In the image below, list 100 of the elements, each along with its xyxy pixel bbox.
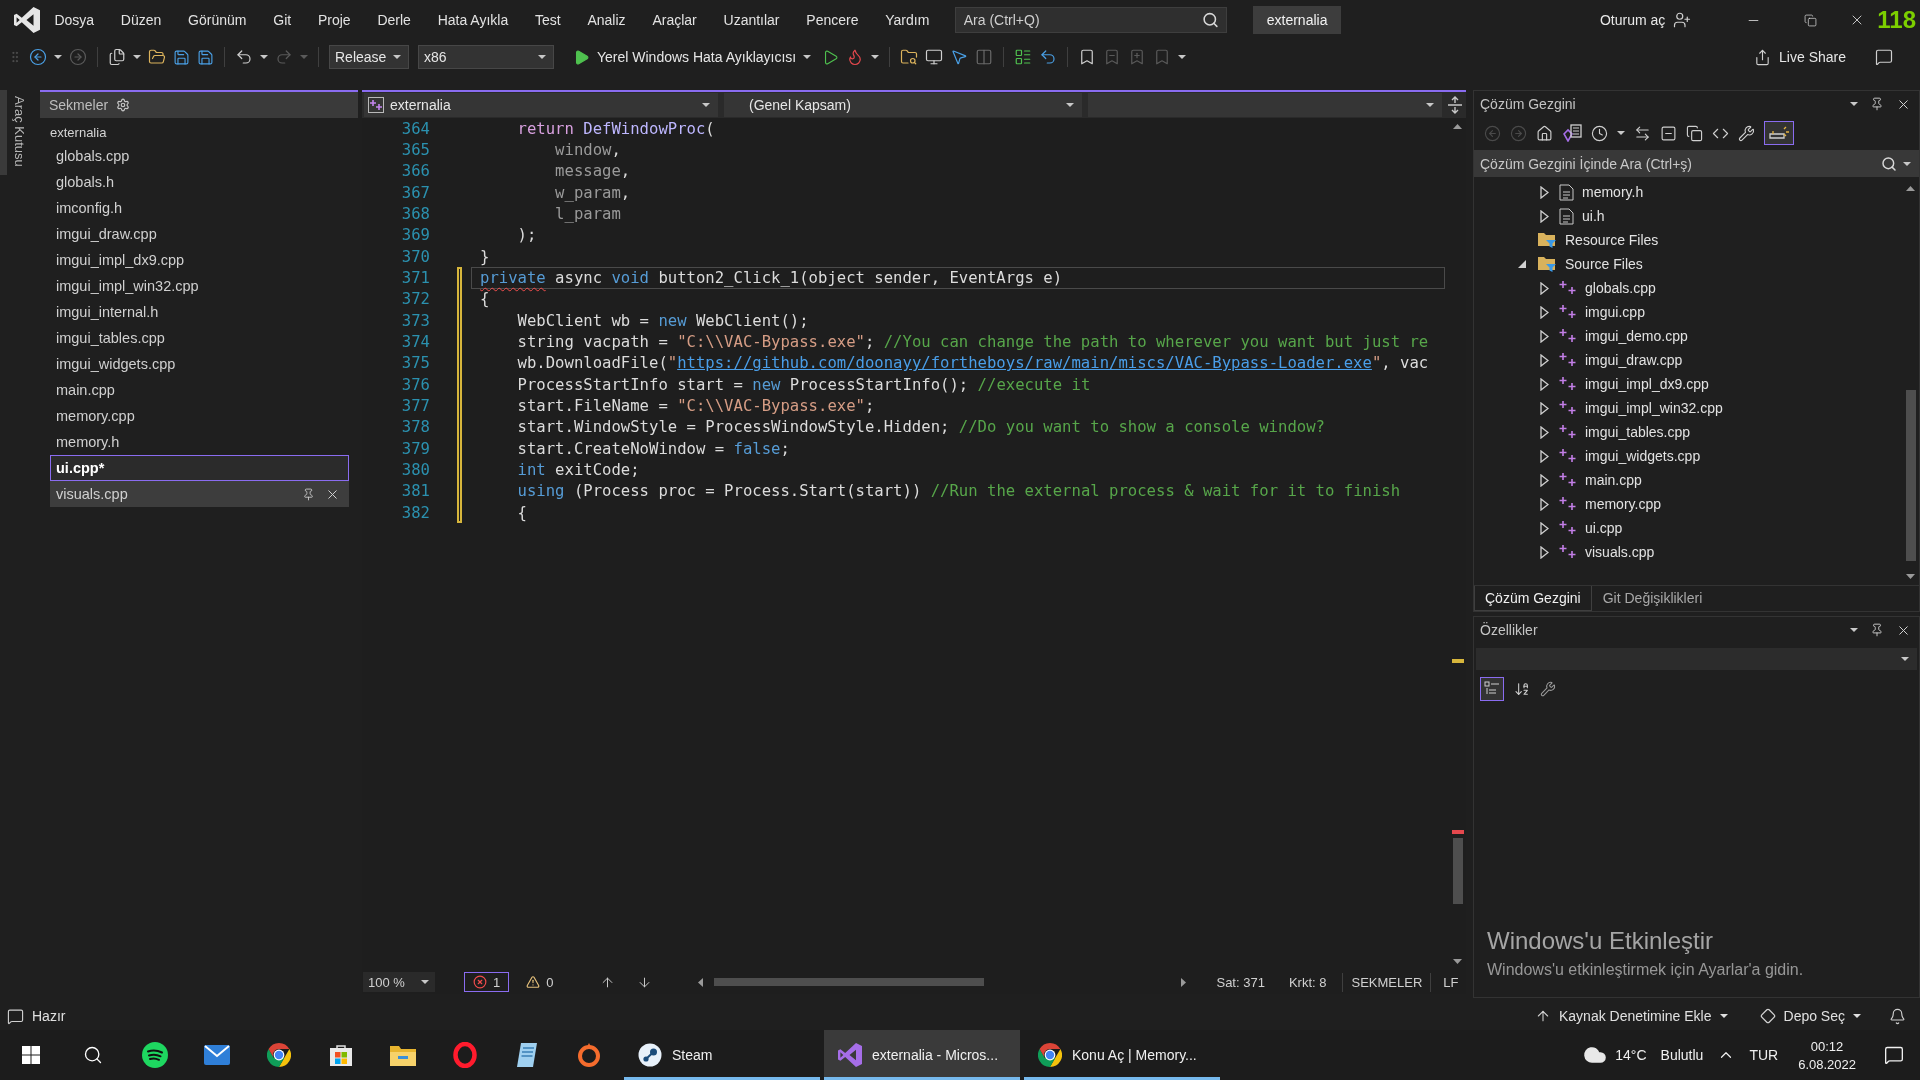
menu-item[interactable]: Pencere [792, 12, 872, 28]
caret-icon[interactable] [1853, 1014, 1861, 1018]
line-ending[interactable]: LF [1443, 974, 1459, 990]
pin-icon[interactable] [302, 487, 315, 501]
panel-tab[interactable]: Çözüm Gezgini [1474, 586, 1592, 611]
tree-item[interactable]: Resource Files [1537, 231, 1659, 249]
collapsed-arrow-icon[interactable] [1539, 185, 1549, 199]
panel-tab[interactable]: Git Değişiklikleri [1591, 586, 1714, 611]
collapsed-arrow-icon[interactable] [1539, 473, 1549, 487]
save-icon[interactable] [173, 48, 190, 66]
scroll-left-icon[interactable] [698, 977, 704, 987]
collapse-icon[interactable] [1660, 124, 1677, 142]
tree-item[interactable]: memory.cpp [1559, 496, 1661, 512]
collapsed-arrow-icon[interactable] [1539, 401, 1549, 415]
platform-dropdown[interactable]: x86 [418, 45, 554, 69]
caret-icon[interactable] [1850, 102, 1858, 106]
tree-item[interactable]: main.cpp [1559, 472, 1642, 488]
weather-condition[interactable]: Bulutlu [1660, 1047, 1704, 1063]
project-dropdown[interactable]: externalia [364, 93, 718, 117]
collapsed-arrow-icon[interactable] [1539, 521, 1549, 535]
tree-item[interactable]: imgui_demo.cpp [1559, 328, 1688, 344]
clock-date[interactable]: 6.08.2022 [1798, 1056, 1856, 1072]
configuration-dropdown[interactable]: Release [329, 45, 409, 69]
code-link[interactable]: https://github.com/doonayy/fortheboys/raw/main/miscs/VAC-Bypass-Loader.exe [677, 354, 1372, 373]
browser-icon[interactable] [1038, 1043, 1062, 1067]
pin-icon[interactable] [1870, 623, 1884, 637]
bell-icon[interactable] [1889, 1007, 1906, 1025]
caret-icon[interactable] [702, 103, 710, 107]
add-user-icon[interactable] [1673, 11, 1692, 29]
caret-icon[interactable] [871, 55, 880, 59]
files-icon[interactable] [108, 48, 126, 66]
feedback-icon[interactable] [1875, 48, 1893, 66]
list-icon[interactable] [1014, 48, 1033, 66]
scroll-down-icon[interactable] [1906, 574, 1915, 579]
menu-item[interactable]: Test [521, 12, 575, 28]
tree-item[interactable]: imgui_widgets.cpp [1559, 448, 1701, 464]
caret-icon[interactable] [1617, 131, 1625, 135]
search-icon[interactable] [1881, 155, 1897, 172]
tree-item[interactable]: imgui_impl_win32.cpp [1559, 400, 1723, 416]
tab-item[interactable]: ui.cpp* [50, 455, 349, 481]
caret-icon[interactable] [393, 55, 401, 59]
diamond-icon[interactable] [1759, 1008, 1776, 1024]
collapsed-arrow-icon[interactable] [1539, 545, 1549, 559]
tab-item[interactable]: imgui_widgets.cpp [50, 351, 185, 377]
repository-button[interactable]: Depo Seç [1759, 1008, 1861, 1024]
error-icon[interactable] [473, 975, 487, 989]
document-icon[interactable] [515, 1042, 539, 1068]
caret-icon[interactable] [54, 55, 62, 59]
add-source-control-button[interactable]: Kaynak Denetimine Ekle [1535, 1008, 1728, 1024]
undo-icon[interactable] [235, 48, 253, 66]
scope-dropdown[interactable]: (Genel Kapsam) [724, 93, 1082, 117]
error-count[interactable]: 1 [464, 972, 510, 992]
warning-icon[interactable] [526, 975, 541, 989]
copy-icon[interactable] [1686, 124, 1703, 142]
collapsed-arrow-icon[interactable] [1539, 353, 1549, 367]
scrollbar-thumb[interactable] [1905, 389, 1916, 561]
collapsed-arrow-icon[interactable] [1539, 497, 1549, 511]
music-app-icon[interactable] [142, 1042, 168, 1068]
menu-item[interactable]: Git [259, 12, 305, 28]
restore-icon[interactable] [1804, 13, 1818, 27]
tab-item[interactable]: imconfig.h [50, 195, 132, 221]
indentation-mode[interactable]: SEKMELER [1342, 972, 1432, 992]
menu-item[interactable]: Uzantılar [710, 12, 793, 28]
menu-item[interactable]: Derle [364, 12, 425, 28]
tab-item[interactable]: visuals.cpp [50, 481, 349, 507]
save-all-icon[interactable] [197, 48, 214, 66]
columns-icon[interactable] [975, 48, 994, 66]
menu-item[interactable]: Yardım [871, 12, 943, 28]
pin-icon[interactable] [1870, 97, 1884, 111]
caret-icon[interactable] [421, 980, 429, 984]
scroll-right-icon[interactable] [1181, 977, 1187, 987]
menu-item[interactable]: Düzen [107, 12, 175, 28]
tree-item[interactable]: visuals.cpp [1559, 544, 1655, 560]
tab-item[interactable]: memory.cpp [50, 403, 144, 429]
search-icon[interactable] [83, 1045, 103, 1065]
warning-count[interactable]: 0 [517, 972, 563, 992]
menu-item[interactable]: Hata Ayıkla [424, 12, 522, 28]
search-field[interactable]: Ara (Ctrl+Q) [954, 7, 1227, 33]
undo-arrow-icon[interactable] [1039, 48, 1058, 66]
tab-item[interactable]: memory.h [50, 429, 129, 455]
menu-item[interactable]: Proje [304, 12, 364, 28]
monitor-icon[interactable] [925, 48, 944, 66]
code-editor-icon[interactable] [838, 1043, 862, 1067]
caret-icon[interactable] [1426, 103, 1434, 107]
tab-item[interactable]: globals.h [50, 169, 124, 195]
taskbar-window-button[interactable]: externalia - Micros... [824, 1030, 1020, 1080]
menu-item[interactable]: Dosya [41, 12, 108, 28]
tab-item[interactable]: imgui_impl_dx9.cpp [50, 247, 194, 273]
tree-item[interactable]: globals.cpp [1559, 280, 1656, 296]
split-icon[interactable] [1448, 96, 1462, 114]
taskbar-window-button[interactable]: Steam [624, 1030, 820, 1080]
expanded-arrow-icon[interactable] [1517, 259, 1527, 269]
menu-item[interactable]: Görünüm [174, 12, 260, 28]
play-icon[interactable] [573, 48, 590, 66]
tab-item[interactable]: main.cpp [50, 377, 124, 403]
folder-icon[interactable] [390, 1044, 416, 1066]
tab-item[interactable]: globals.cpp [50, 143, 139, 169]
play-outline-icon[interactable] [822, 48, 840, 66]
tab-item[interactable]: imgui_draw.cpp [50, 221, 166, 247]
sync-arrows-icon[interactable] [1634, 124, 1651, 142]
